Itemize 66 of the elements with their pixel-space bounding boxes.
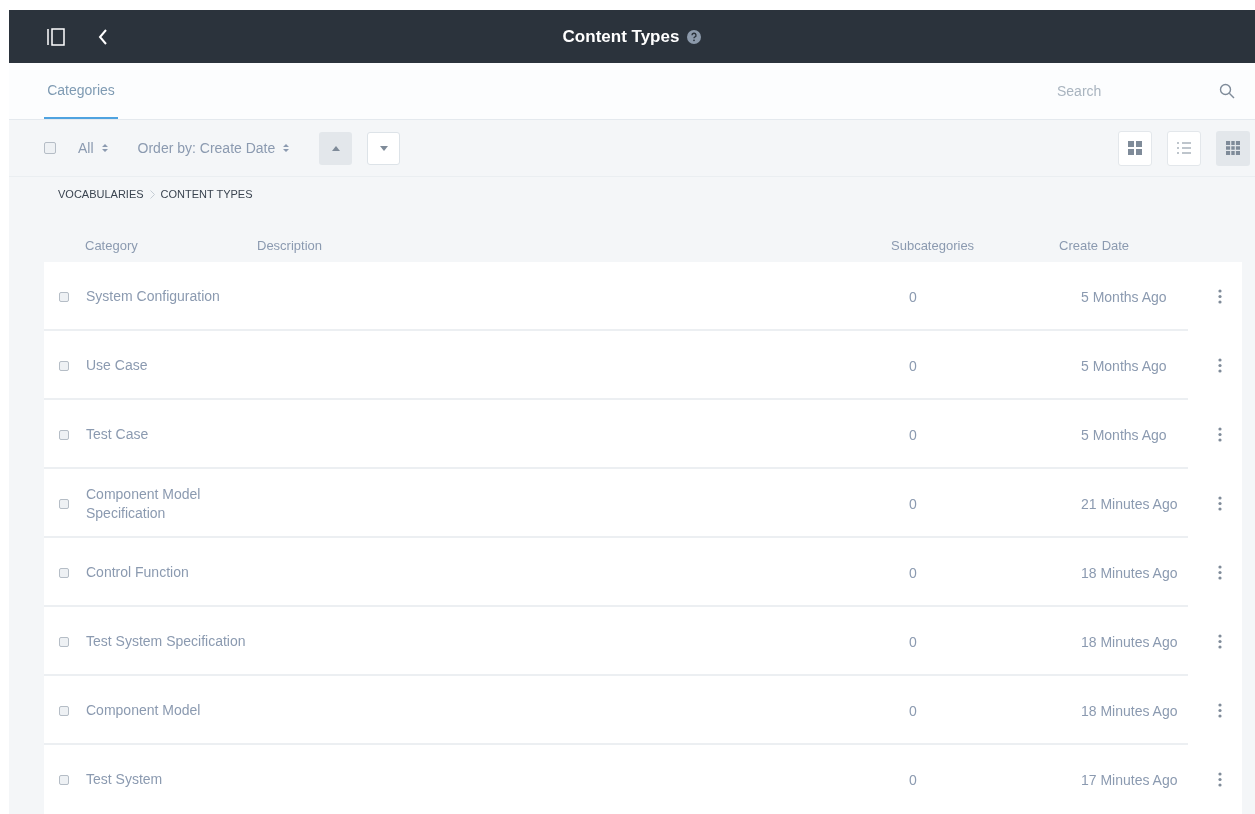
sort-arrows-icon [283,143,290,153]
more-options-icon[interactable] [1218,289,1222,304]
sort-arrows-icon [101,143,108,153]
search-field[interactable]: Search [1057,63,1207,119]
row-checkbox[interactable] [59,360,69,371]
table-cell-text: 17 Minutes Ago [1081,770,1179,790]
breadcrumb-link[interactable]: CONTENT TYPES [160,185,253,203]
row-checkbox[interactable] [59,636,69,647]
breadcrumb-link[interactable]: VOCABULARIES [58,185,144,203]
column-header[interactable]: Category [85,236,257,256]
page-title: Content Types [562,25,680,48]
column-header[interactable]: Subcategories [891,236,1059,256]
more-options-icon[interactable] [1218,427,1222,442]
four-squares-icon [1127,140,1143,156]
category-name[interactable]: Test Case [86,425,246,444]
table-cell-text: 0 [909,701,918,721]
more-options-icon[interactable] [1218,703,1222,718]
more-options-icon[interactable] [1218,565,1222,580]
filter-dropdown[interactable]: All [78,138,108,158]
more-options-icon[interactable] [1218,496,1222,511]
table-cell-text: 0 [909,770,918,790]
search-icon[interactable] [1219,83,1235,99]
category-name[interactable]: Control Function [86,563,246,582]
table-cell-text: 5 Months Ago [1081,356,1168,376]
card-view-button[interactable] [1118,130,1152,166]
table-cell-text: 21 Minutes Ago [1081,494,1179,514]
table-cell-text: 18 Minutes Ago [1081,701,1179,721]
row-checkbox[interactable] [59,291,69,302]
more-options-icon[interactable] [1218,358,1222,373]
row-checkbox[interactable] [59,567,69,578]
table-view-button[interactable] [1216,130,1250,166]
category-name[interactable]: Test System Specification [86,632,246,651]
back-icon[interactable] [97,27,109,46]
help-icon[interactable] [687,29,702,44]
column-header[interactable]: Description [257,236,887,256]
list-icon [1176,140,1192,156]
sidebar-toggle-icon[interactable] [47,27,65,46]
column-header[interactable]: Create Date [1059,236,1130,256]
category-name[interactable]: Test System [86,770,246,789]
table-cell-text: 0 [909,287,918,307]
triangle-down-icon [379,145,388,151]
order-by-dropdown[interactable]: Order by: Create Date [137,138,290,158]
more-options-icon[interactable] [1218,772,1222,787]
table-cell-text: 18 Minutes Ago [1081,632,1179,652]
table-cell-text: 5 Months Ago [1081,425,1168,445]
table-cell-text: 0 [909,632,918,652]
table-cell-text: 5 Months Ago [1081,287,1168,307]
grid-icon [1225,140,1241,156]
table-cell-text: 0 [909,494,918,514]
row-checkbox[interactable] [59,774,69,785]
table-cell-text: 18 Minutes Ago [1081,563,1179,583]
category-name[interactable]: Component Model Specification [86,484,246,523]
row-checkbox[interactable] [59,705,69,716]
more-options-icon[interactable] [1218,634,1222,649]
select-all-checkbox[interactable] [44,142,56,154]
list-view-button[interactable] [1167,130,1201,166]
triangle-up-icon [331,145,340,151]
chevron-icon [149,189,155,199]
category-name[interactable]: Use Case [86,356,246,375]
row-checkbox[interactable] [59,498,69,509]
table-cell-text: 0 [909,356,918,376]
category-name[interactable]: System Configuration [86,287,246,306]
table-cell-text: 0 [909,425,918,445]
row-checkbox[interactable] [59,429,69,440]
table-cell-text: 0 [909,563,918,583]
category-name[interactable]: Component Model [86,701,246,720]
